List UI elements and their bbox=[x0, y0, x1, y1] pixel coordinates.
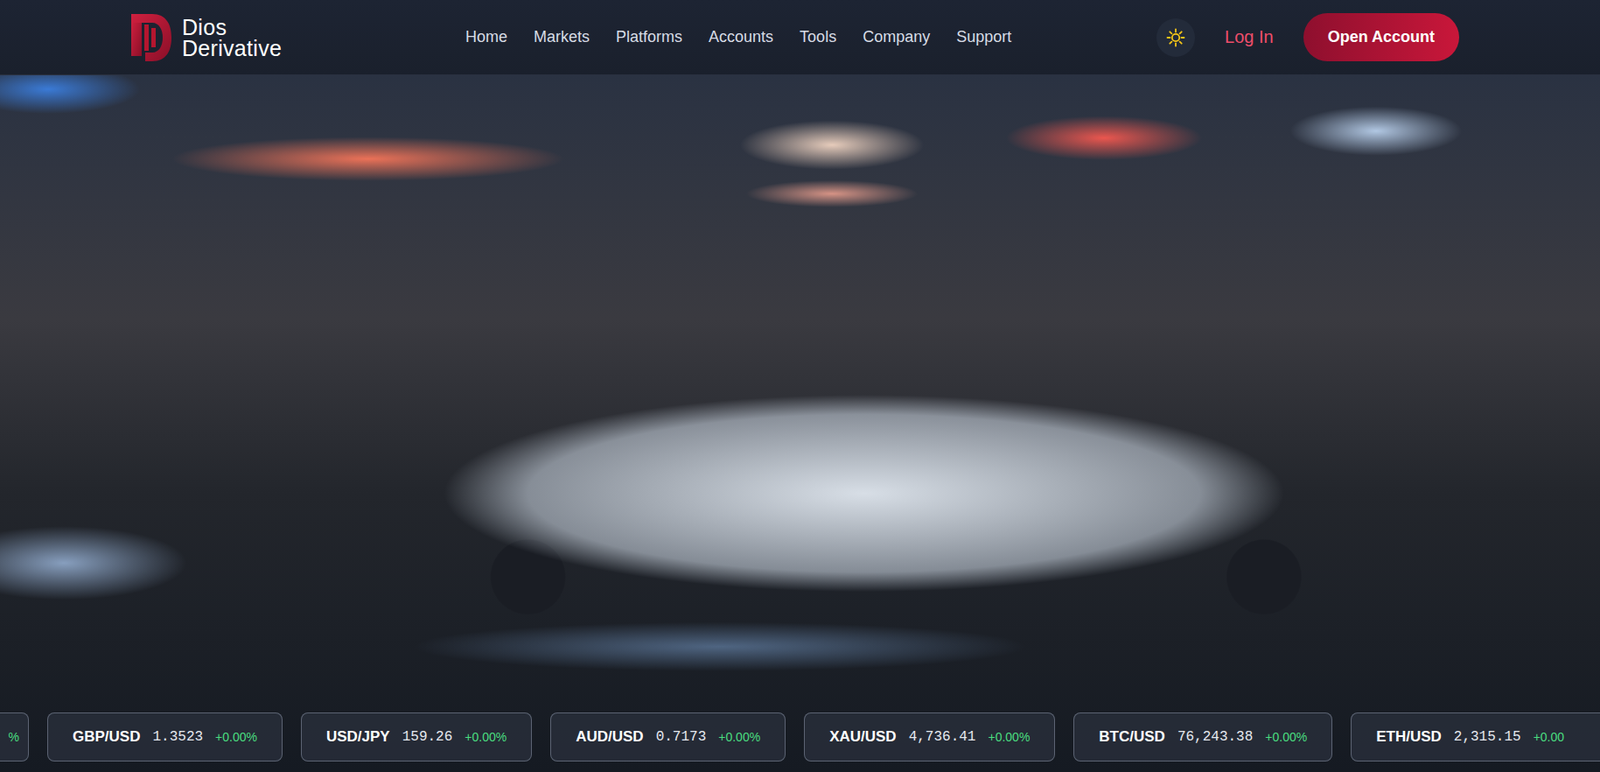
ticker-change: +0.00% bbox=[215, 729, 258, 744]
header-actions: Log In Open Account bbox=[1156, 13, 1600, 62]
nav-link[interactable]: Support bbox=[956, 27, 1012, 47]
ticker-pair: BTC/USD bbox=[1098, 727, 1166, 746]
nav-link[interactable]: Company bbox=[862, 27, 930, 47]
brand-line: Dios bbox=[181, 16, 282, 38]
ticker-card[interactable]: ETH/USD 2,315.15 +0.00 bbox=[1350, 712, 1600, 762]
hero-image: %GBP/USD1.3523+0.00%USD/JPY159.26+0.00%A… bbox=[0, 75, 1600, 772]
ticker-pair: ETH/USD bbox=[1376, 727, 1442, 746]
ticker-card[interactable]: BTC/USD 76,243.38 +0.00% bbox=[1073, 712, 1333, 762]
ticker-price: 159.26 bbox=[402, 728, 454, 745]
ticker-price: 2,315.15 bbox=[1453, 728, 1522, 745]
ticker-price: 4,736.41 bbox=[908, 728, 977, 745]
theme-toggle[interactable] bbox=[1156, 18, 1195, 57]
open-account-button[interactable]: Open Account bbox=[1303, 13, 1460, 62]
login-link[interactable]: Log In bbox=[1224, 27, 1274, 48]
ticker-pair: AUD/USD bbox=[575, 727, 643, 746]
brand-name: DiosDerivative bbox=[181, 16, 282, 59]
nav-link[interactable]: Home bbox=[465, 27, 508, 47]
nav-link[interactable]: Platforms bbox=[615, 27, 683, 47]
ticker-pair: USD/JPY bbox=[326, 727, 391, 746]
ticker-card[interactable]: USD/JPY 159.26 +0.00% bbox=[300, 712, 532, 762]
ticker-change: +0.00% bbox=[1264, 729, 1307, 744]
ticker-change: +0.00% bbox=[464, 729, 507, 744]
nav-link[interactable]: Markets bbox=[533, 27, 590, 47]
nav-link[interactable]: Tools bbox=[799, 27, 837, 47]
top-nav: DiosDerivative Home Markets Platforms Accoun… bbox=[0, 0, 1600, 76]
ticker-change: % bbox=[8, 729, 20, 744]
ticker-card[interactable]: % bbox=[0, 712, 29, 762]
ticker-change: +0.00 bbox=[1533, 729, 1565, 744]
nav-link[interactable]: Accounts bbox=[708, 27, 774, 47]
ticker-price: 0.7173 bbox=[656, 728, 707, 745]
ticker-card[interactable]: GBP/USD 1.3523 +0.00% bbox=[47, 712, 283, 762]
brand-logo[interactable]: DiosDerivative bbox=[129, 12, 466, 63]
price-ticker: %GBP/USD1.3523+0.00%USD/JPY159.26+0.00%A… bbox=[0, 712, 1600, 762]
logo-icon bbox=[129, 12, 174, 63]
ticker-card[interactable]: XAU/USD 4,736.41 +0.00% bbox=[803, 712, 1056, 762]
ticker-change: +0.00% bbox=[987, 729, 1030, 744]
ticker-change: +0.00% bbox=[718, 729, 761, 744]
main-nav: Home Markets Platforms Accounts Tools Company… bbox=[465, 27, 1012, 47]
ticker-price: 1.3523 bbox=[152, 728, 203, 745]
ticker-pair: XAU/USD bbox=[829, 727, 897, 746]
sun-icon bbox=[1166, 27, 1186, 48]
brand-line: Derivative bbox=[181, 37, 282, 59]
ticker-card[interactable]: AUD/USD 0.7173 +0.00% bbox=[550, 712, 786, 762]
ticker-pair: GBP/USD bbox=[72, 727, 140, 746]
ticker-price: 76,243.38 bbox=[1177, 728, 1253, 745]
